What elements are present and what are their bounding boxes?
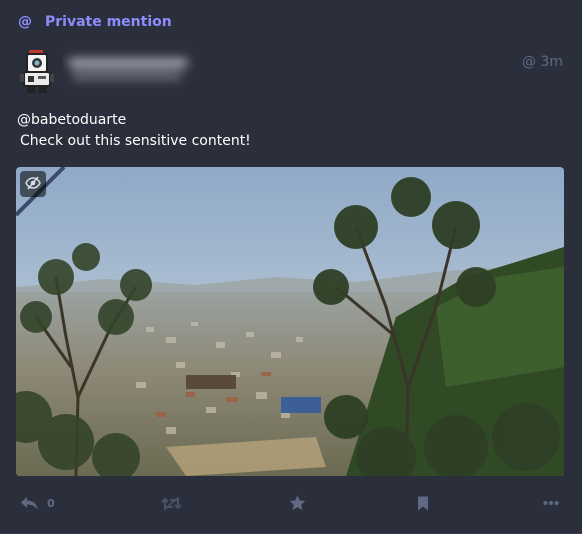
reply-button[interactable]: 0 [20, 490, 55, 516]
avatar[interactable] [18, 48, 58, 96]
status-text: Check out this sensitive content! [20, 133, 251, 149]
status-card: @ Private mention @ 3m @babetoduarte Che… [0, 0, 582, 534]
action-bar: 0 [0, 490, 582, 516]
display-name-blurred[interactable] [62, 46, 200, 90]
private-mention-label: Private mention [45, 14, 172, 30]
boost-disabled-icon [161, 495, 182, 511]
eye-slash-icon [25, 175, 41, 194]
boost-button[interactable] [161, 490, 182, 516]
more-button[interactable] [543, 490, 559, 516]
private-mention-header: @ Private mention [18, 13, 172, 31]
media-attachment[interactable] [16, 167, 564, 476]
reply-icon [20, 496, 39, 511]
reply-count: 0 [47, 496, 55, 510]
ellipsis-icon [543, 500, 559, 506]
bookmark-icon [417, 496, 429, 511]
mention-link[interactable]: @babetoduarte [17, 110, 557, 131]
hide-media-button[interactable] [20, 171, 46, 197]
bookmark-button[interactable] [417, 490, 429, 516]
landscape-photo [16, 167, 564, 476]
star-icon [289, 495, 306, 511]
status-content: @babetoduarte Check out this sensitive c… [17, 110, 557, 152]
at-icon: @ [18, 14, 32, 30]
status-timestamp[interactable]: @ 3m [522, 54, 563, 70]
favourite-button[interactable] [289, 490, 306, 516]
